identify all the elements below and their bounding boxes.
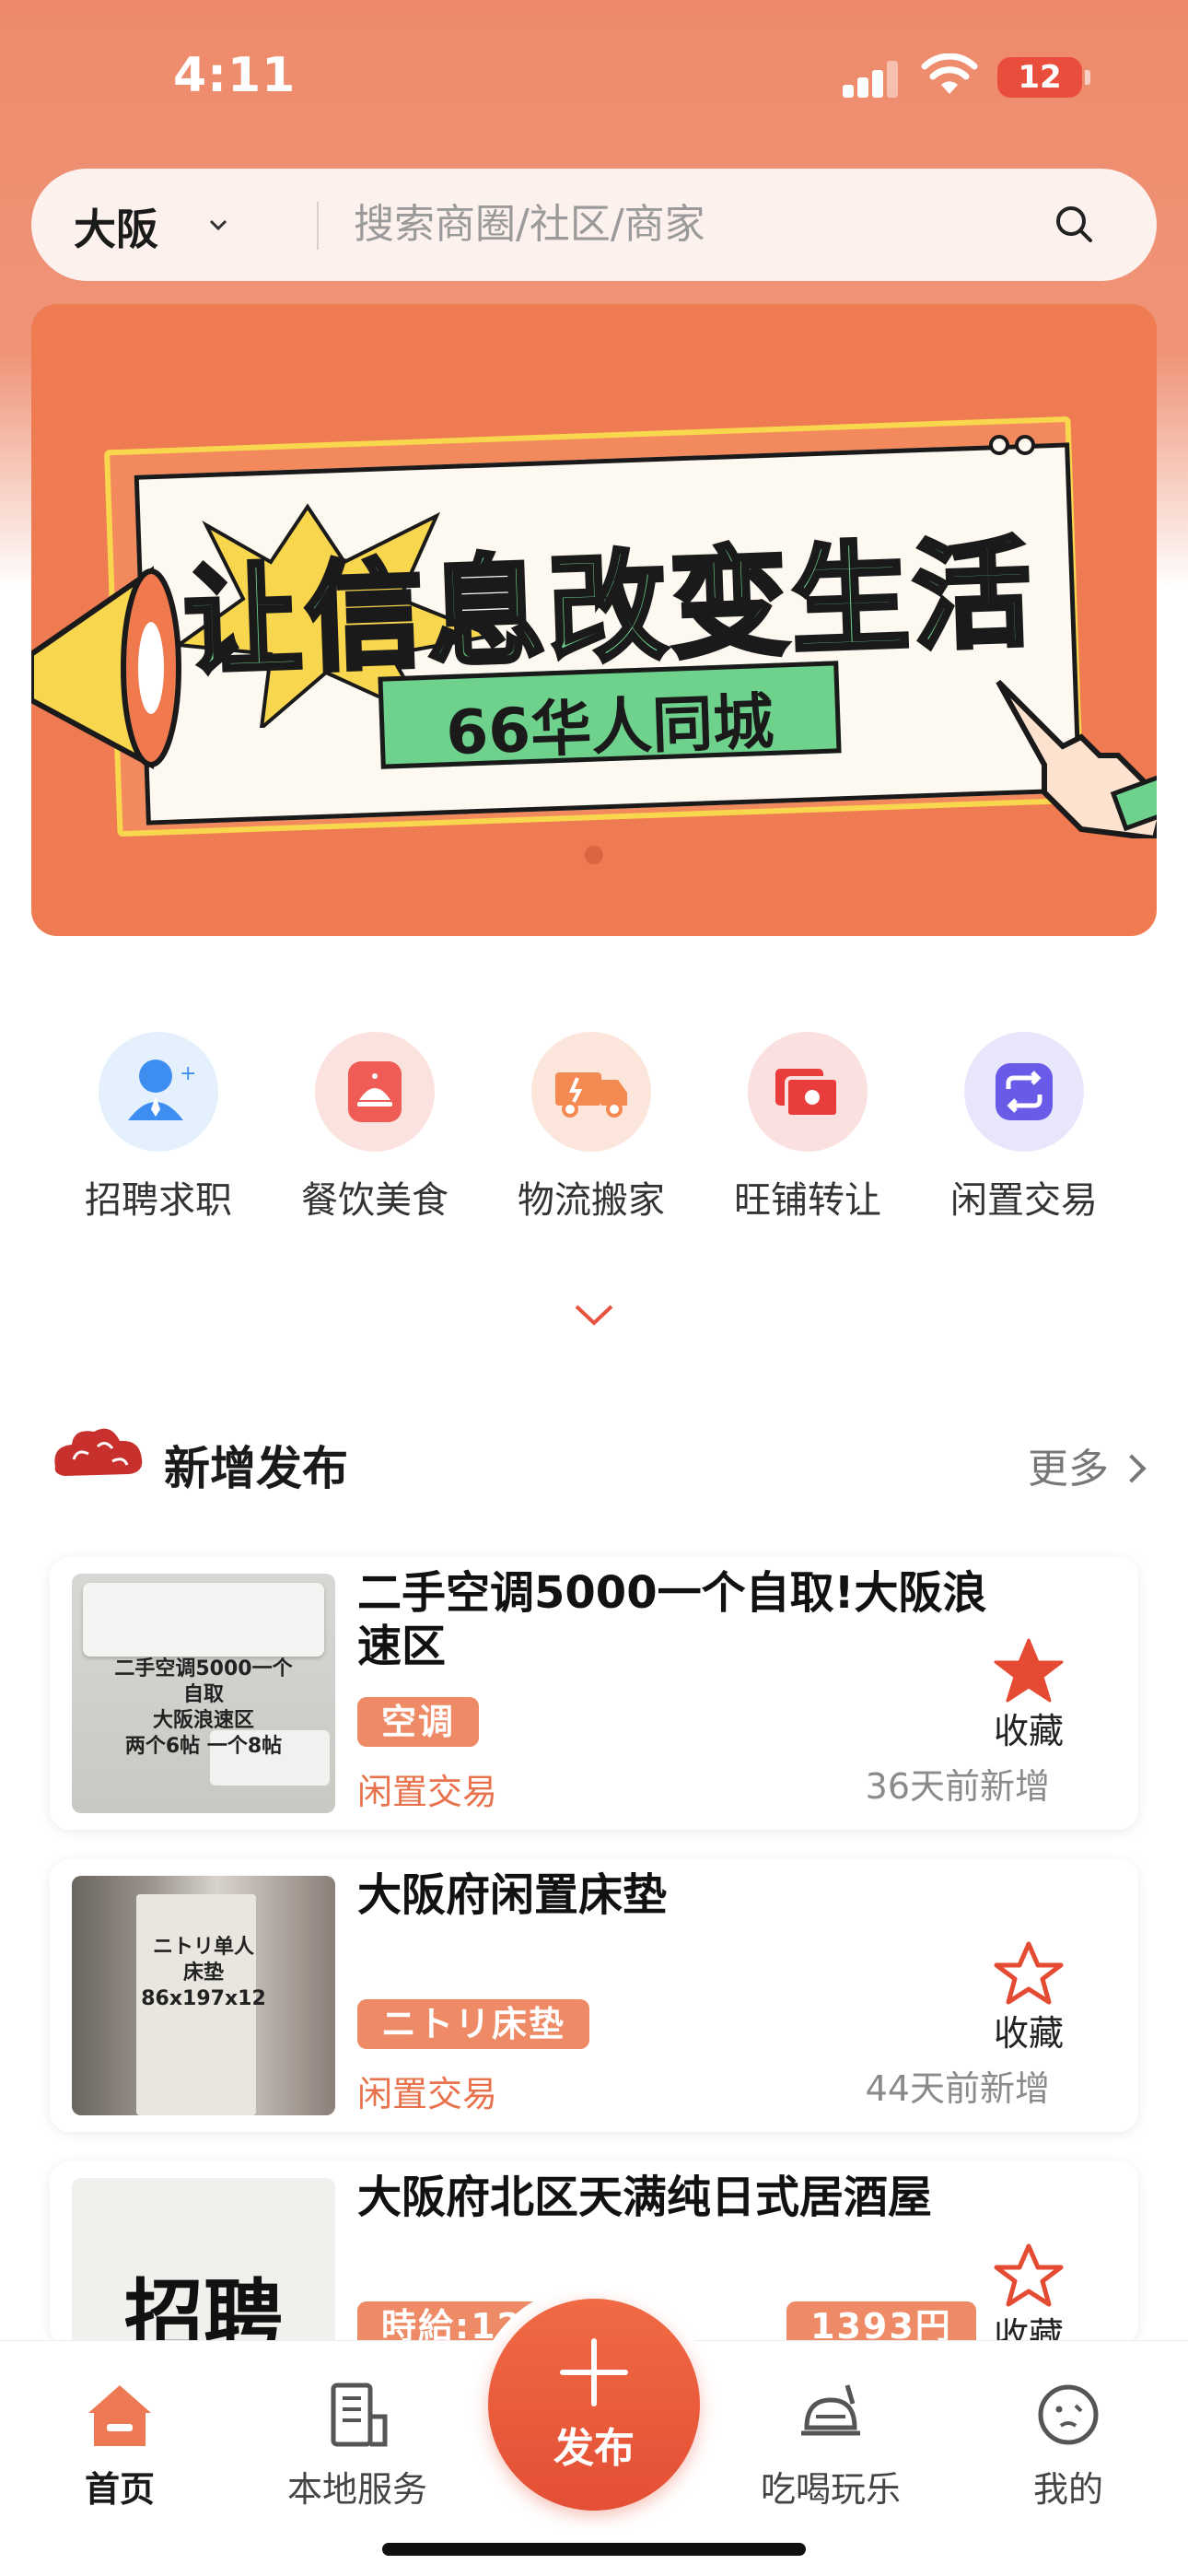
listing-tag: 空调 [357,1697,480,1747]
category-label: 招聘求职 [85,1179,232,1222]
category-secondhand[interactable]: 闲置交易 [932,1032,1116,1224]
profile-face-icon [1038,2384,1099,2445]
tab-home[interactable]: 首页 [37,2376,203,2512]
megaphone-icon [31,566,181,770]
wifi-icon [921,53,978,94]
section-header: 新增发布 更多 [46,1419,1147,1502]
favorite-label: 收藏 [993,1711,1064,1751]
city-selector[interactable]: 大阪 [74,196,158,257]
tab-label: 吃喝玩乐 [760,2469,901,2510]
tab-profile[interactable]: 我的 [985,2376,1151,2512]
exchange-arrows-icon [964,1032,1084,1152]
chevron-right-icon [1117,1454,1147,1483]
favorite-button[interactable]: 收藏 [987,2241,1070,2346]
listing-card[interactable]: ニトリ单人 床垫 86x197x12 大阪府闲置床垫 ニトリ床垫 闲置交易 44… [50,1859,1138,2132]
tab-label: 我的 [1032,2469,1103,2510]
auspicious-cloud-icon [54,1428,143,1476]
listing-title: 大阪府闲置床垫 [357,1869,668,1921]
thumbnail-caption: 招聘 [124,2270,283,2346]
listing-thumbnail: 招聘 [72,2178,335,2346]
svg-text:+: + [180,1062,196,1085]
ac-unit-image [83,1583,324,1657]
category-recruit[interactable]: + 招聘求职 [66,1032,250,1224]
favorite-button[interactable]: 收藏 [987,1938,1070,2055]
banner-window-dots [989,435,1041,459]
home-icon [88,2385,151,2446]
more-link[interactable]: 更多 [1028,1435,1147,1494]
star-outline-icon [994,2243,1064,2307]
search-input[interactable] [354,196,998,252]
listing-tag: ニトリ床垫 [357,1999,590,2049]
dining-cloche-icon [315,1032,435,1152]
category-label: 旺铺转让 [734,1179,881,1222]
search-divider [317,202,319,250]
status-time: 4:11 [173,48,297,103]
listing-time: 36天前新增 [865,1766,1050,1807]
more-label: 更多 [1028,1446,1109,1493]
tab-local-services[interactable]: 本地服务 [274,2376,440,2512]
category-logistics[interactable]: 物流搬家 [499,1032,683,1224]
favorite-label: 收藏 [993,2013,1064,2054]
listing-title: 二手空调5000一个自取!大阪浪速区 [357,1567,987,1672]
search-bar: 大阪 [31,169,1157,281]
delivery-truck-icon [531,1032,651,1152]
battery-tip [1085,70,1090,85]
thumbnail-caption: 二手空调5000一个 自取 大阪浪速区 两个6帖 一个8帖 [114,1657,293,1758]
search-icon[interactable] [1052,202,1098,248]
star-outline-icon [994,1941,1064,2005]
tab-food-fun[interactable]: 吃喝玩乐 [748,2376,914,2512]
category-label: 餐饮美食 [301,1179,448,1222]
battery-level: 12 [997,57,1082,98]
building-icon [331,2383,388,2447]
listing-thumbnail: 二手空调5000一个 自取 大阪浪速区 两个6帖 一个8帖 [72,1574,335,1813]
promo-banner[interactable]: 让信息改变生活 66华人同城 [31,304,1157,936]
thumbnail-caption: ニトリ单人 床垫 86x197x12 [141,1936,266,2010]
listing-thumbnail: ニトリ单人 床垫 86x197x12 [72,1876,335,2115]
shop-transfer-icon [748,1032,868,1152]
food-tray-icon [801,2384,860,2436]
category-label: 闲置交易 [950,1179,1098,1222]
category-grid: + 招聘求职 餐饮美食 物流搬家 旺铺转让 闲置交易 [37,1032,1151,1235]
publish-button[interactable]: 发布 [488,2299,700,2511]
pointing-hand-icon [996,679,1157,838]
tab-label: 首页 [84,2469,155,2510]
listing-title: 大阪府北区天满纯日式居酒屋 [357,2172,933,2223]
category-dining[interactable]: 餐饮美食 [283,1032,467,1224]
banner-subtitle: 66华人同城 [445,685,775,769]
section-title: 新增发布 [164,1442,348,1495]
favorite-button[interactable]: 收藏 [987,1636,1070,1753]
cellular-signal-icon [843,59,900,98]
category-shop-transfer[interactable]: 旺铺转让 [716,1032,900,1224]
publish-label: 发布 [553,2425,635,2472]
chevron-down-icon[interactable] [208,215,228,235]
listing-category: 闲置交易 [357,2074,498,2114]
tab-label: 本地服务 [286,2469,427,2510]
status-bar: 4:11 12 [0,0,1188,157]
listing-time: 44天前新增 [865,2068,1050,2109]
expand-chevron-icon[interactable] [571,1299,617,1330]
home-indicator [382,2543,806,2556]
listing-category: 闲置交易 [357,1772,498,1812]
category-label: 物流搬家 [518,1179,665,1222]
listing-tag: 1393円 [786,2301,976,2346]
listing-card[interactable]: 二手空调5000一个 自取 大阪浪速区 两个6帖 一个8帖 二手空调5000一个… [50,1557,1138,1830]
star-filled-icon [994,1638,1064,1703]
recruit-person-icon: + [99,1032,218,1152]
plus-icon [560,2338,628,2406]
banner-page-indicator [585,846,603,864]
